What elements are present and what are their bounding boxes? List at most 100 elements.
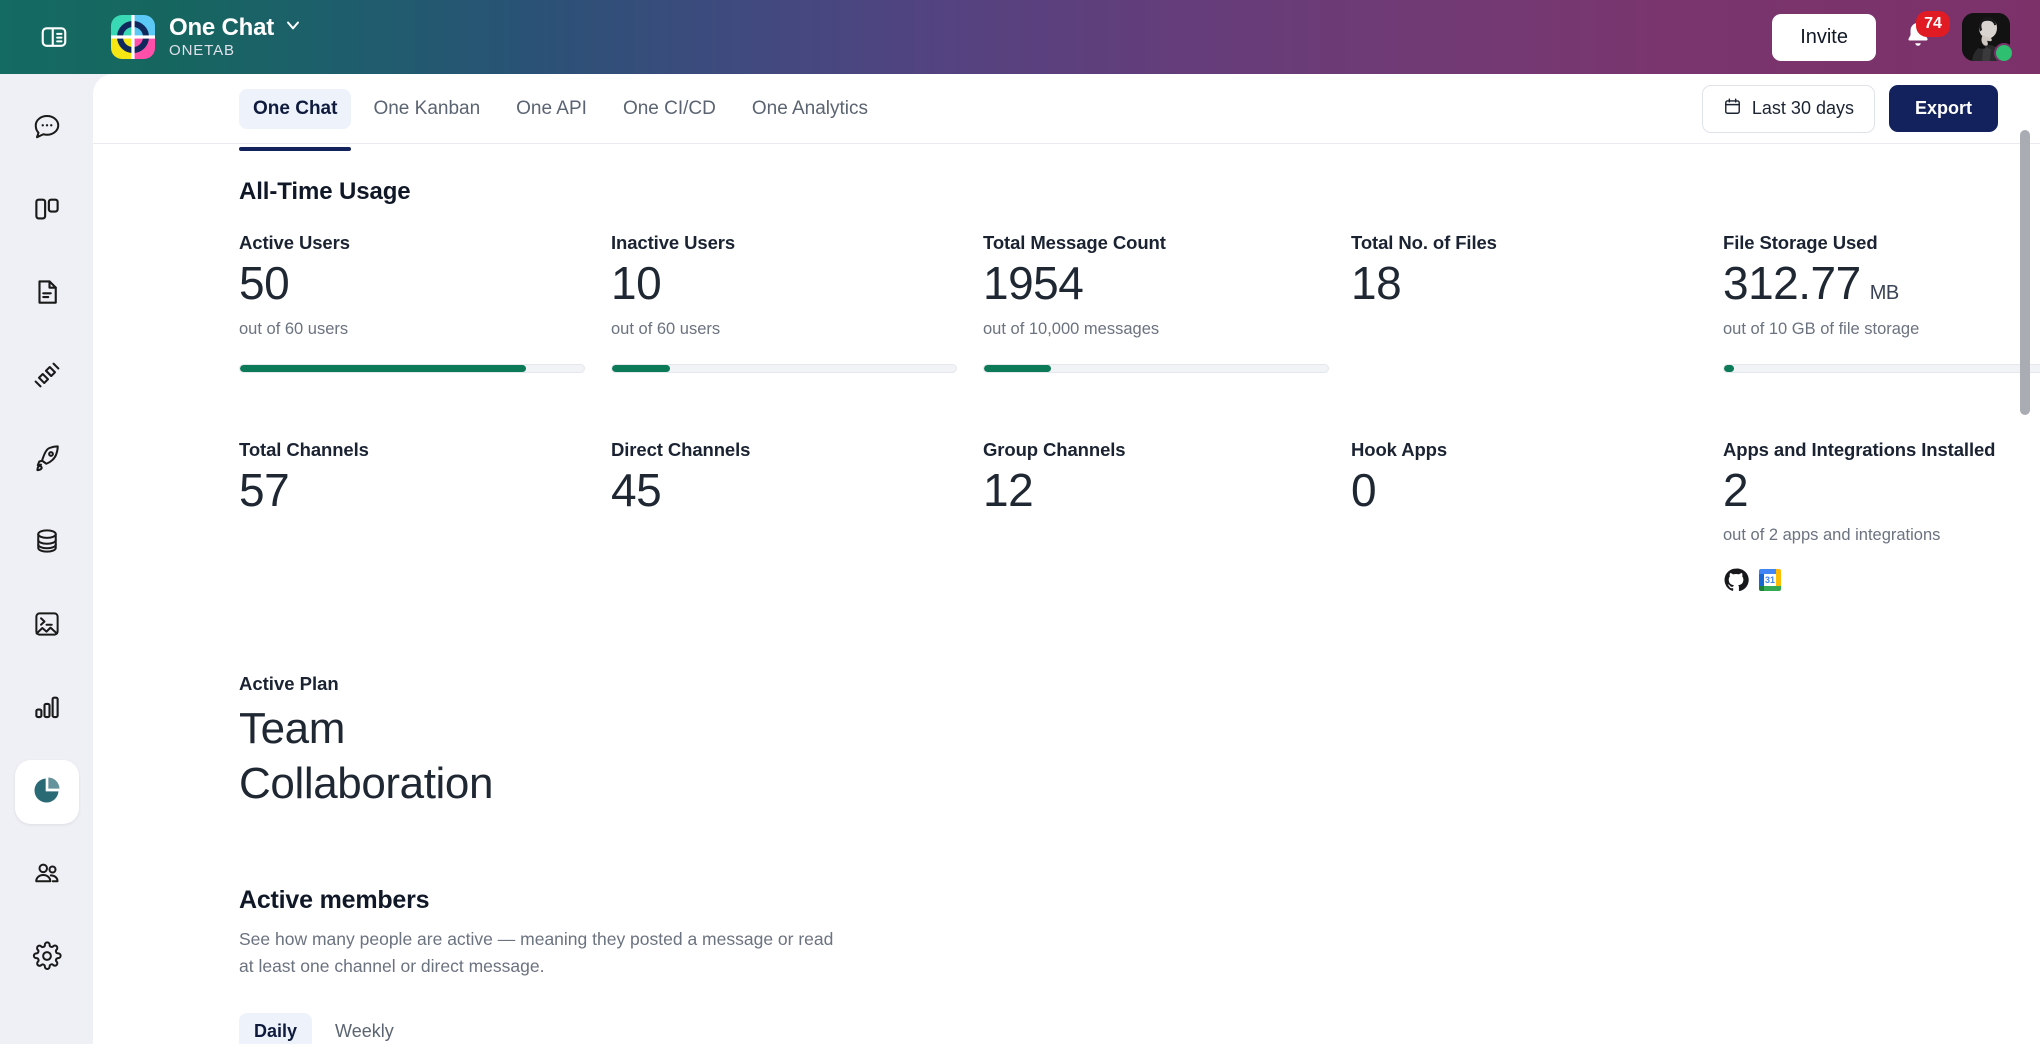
vertical-scrollbar[interactable] bbox=[2020, 130, 2030, 415]
stat-value: 45 bbox=[611, 463, 662, 516]
sidebar-item-analytics[interactable] bbox=[15, 677, 79, 741]
rocket-icon bbox=[32, 443, 62, 478]
stat-label: Active Users bbox=[239, 232, 350, 253]
database-icon bbox=[32, 526, 62, 561]
bell-icon bbox=[1902, 22, 1934, 58]
active-plan-name: Team Collaboration bbox=[239, 704, 494, 809]
stat-value: 312.77 bbox=[1723, 257, 1861, 309]
date-range-picker[interactable]: Last 30 days bbox=[1701, 84, 1875, 133]
document-icon bbox=[32, 277, 62, 312]
invite-button[interactable]: Invite bbox=[1772, 13, 1876, 61]
workspace-name: One Chat bbox=[169, 14, 275, 42]
top-header: One Chat ONETAB Invite 74 bbox=[0, 0, 2040, 74]
tab-one-analytics[interactable]: One Analytics bbox=[738, 89, 882, 129]
sidebar-item-database[interactable] bbox=[15, 511, 79, 575]
stat-value: 10 bbox=[611, 257, 662, 309]
usage-content: All-Time Usage Active Users 50 out of 60… bbox=[93, 144, 2040, 1044]
avatar[interactable] bbox=[1962, 13, 2014, 63]
stat-label: Total Message Count bbox=[983, 232, 1166, 253]
sidebar-item-api[interactable] bbox=[15, 345, 79, 409]
stat-value: 12 bbox=[983, 463, 1034, 516]
stat-unit: MB bbox=[1869, 282, 1900, 304]
stat-card-file-storage-used: File Storage Used 312.77 MB out of 10 GB… bbox=[1723, 232, 2040, 373]
stat-label: File Storage Used bbox=[1723, 232, 1878, 253]
stat-value: 0 bbox=[1351, 463, 1377, 516]
workspace-switcher[interactable]: One Chat ONETAB bbox=[111, 15, 303, 59]
progress-bar bbox=[239, 363, 585, 373]
stat-label: Inactive Users bbox=[611, 232, 736, 253]
stat-subtext: out of 60 users bbox=[611, 319, 721, 338]
gear-icon bbox=[32, 940, 62, 976]
sidebar-item-kanban[interactable] bbox=[15, 179, 79, 243]
plug-connect-icon bbox=[32, 360, 62, 395]
workspace-org: ONETAB bbox=[169, 42, 235, 60]
stat-subtext: out of 10 GB of file storage bbox=[1723, 319, 1920, 338]
subtab-daily[interactable]: Daily bbox=[239, 1013, 313, 1044]
tab-one-chat[interactable]: One Chat bbox=[239, 88, 352, 151]
notifications-button[interactable]: 74 bbox=[1902, 11, 1950, 58]
progress-bar bbox=[611, 363, 957, 373]
notification-badge: 74 bbox=[1916, 11, 1950, 37]
sidebar-item-chat[interactable] bbox=[15, 96, 79, 160]
svg-text:31: 31 bbox=[1765, 575, 1775, 585]
active-plan-label: Active Plan bbox=[239, 673, 339, 695]
progress-bar bbox=[983, 363, 1329, 373]
stat-subtext: out of 2 apps and integrations bbox=[1723, 526, 1941, 545]
stat-card-active-users: Active Users 50 out of 60 users bbox=[239, 232, 611, 373]
stat-subtext: out of 60 users bbox=[239, 319, 349, 338]
chat-bubble-icon bbox=[32, 111, 62, 146]
stat-card-total-channels: Total Channels 57 bbox=[239, 399, 611, 594]
sidebar-item-deploy[interactable] bbox=[15, 428, 79, 492]
stat-value: 50 bbox=[239, 257, 290, 309]
people-icon bbox=[32, 858, 62, 893]
left-sidebar bbox=[0, 74, 93, 1044]
page-title: All-Time Usage bbox=[239, 178, 411, 205]
stat-label: Total No. of Files bbox=[1351, 232, 1497, 253]
stat-card-group-channels: Group Channels 12 bbox=[983, 399, 1351, 594]
github-icon[interactable] bbox=[1723, 567, 1749, 593]
panel-layout-icon[interactable] bbox=[37, 20, 71, 54]
export-button[interactable]: Export bbox=[1888, 85, 1998, 132]
kanban-board-icon bbox=[32, 194, 62, 229]
date-range-label: Last 30 days bbox=[1751, 98, 1854, 118]
stat-label: Group Channels bbox=[983, 438, 1126, 460]
active-members-block: Active members See how many people are a… bbox=[239, 886, 2040, 1044]
stat-subtext: out of 10,000 messages bbox=[983, 319, 1160, 338]
members-subtabs: Daily Weekly bbox=[239, 1013, 2040, 1044]
sidebar-item-settings[interactable] bbox=[15, 926, 79, 990]
subtab-weekly[interactable]: Weekly bbox=[320, 1013, 409, 1044]
app-logo bbox=[111, 15, 155, 59]
sidebar-item-usage[interactable] bbox=[14, 760, 79, 824]
stat-card-total-files: Total No. of Files 18 bbox=[1351, 232, 1723, 373]
tab-one-api[interactable]: One API bbox=[502, 89, 601, 129]
bar-chart-icon bbox=[32, 692, 62, 727]
sidebar-item-members[interactable] bbox=[15, 843, 79, 907]
header-actions: Invite 74 bbox=[1772, 11, 2014, 63]
tab-one-kanban[interactable]: One Kanban bbox=[359, 89, 494, 129]
chevron-down-icon[interactable] bbox=[283, 15, 303, 40]
stat-card-apps-integrations: Apps and Integrations Installed 2 out of… bbox=[1723, 399, 2040, 594]
active-plan-block: Active Plan Team Collaboration bbox=[239, 673, 2040, 812]
stat-label: Apps and Integrations Installed bbox=[1723, 438, 1996, 460]
stat-card-inactive-users: Inactive Users 10 out of 60 users bbox=[611, 232, 983, 373]
stat-value: 57 bbox=[239, 463, 290, 516]
active-members-description: See how many people are active — meaning… bbox=[239, 928, 834, 976]
calendar-icon bbox=[1723, 97, 1742, 121]
status-badge bbox=[1994, 43, 2014, 63]
tab-one-cicd[interactable]: One CI/CD bbox=[609, 89, 730, 129]
stat-label: Total Channels bbox=[239, 438, 369, 460]
pie-chart-icon bbox=[31, 774, 63, 811]
stat-value: 18 bbox=[1351, 257, 1402, 309]
primary-tabs: One Chat One Kanban One API One CI/CD On… bbox=[93, 74, 2040, 151]
terminal-image-icon bbox=[32, 609, 62, 644]
progress-bar bbox=[1723, 363, 2040, 373]
sidebar-item-docs[interactable] bbox=[15, 262, 79, 326]
stat-value: 1954 bbox=[983, 257, 1084, 309]
stats-row-2: Total Channels 57 Direct Channels 45 Gro… bbox=[239, 399, 2040, 594]
stat-card-hook-apps: Hook Apps 0 bbox=[1351, 399, 1723, 594]
stats-row-1: Active Users 50 out of 60 users Inactive… bbox=[239, 232, 2040, 373]
stat-value: 2 bbox=[1723, 463, 1749, 516]
stat-card-direct-channels: Direct Channels 45 bbox=[611, 399, 983, 594]
google-calendar-icon[interactable]: 31 bbox=[1757, 567, 1783, 593]
sidebar-item-terminal[interactable] bbox=[15, 594, 79, 658]
